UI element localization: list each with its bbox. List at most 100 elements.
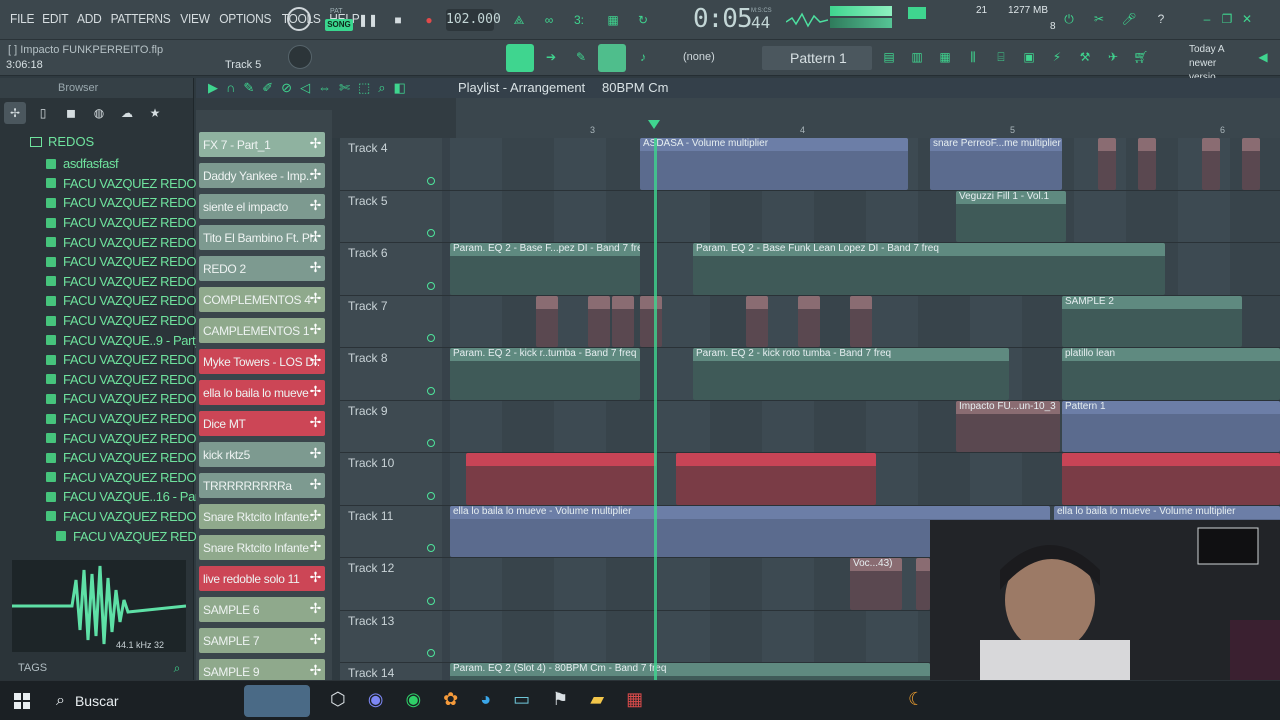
windows-start-icon[interactable] (14, 693, 30, 709)
browser-item[interactable]: FACU VAZQUEZ REDO 11 (46, 389, 212, 409)
channel-button[interactable]: FX 7 - Part_1 ✢ (199, 132, 325, 157)
weather-icon[interactable]: ☾ (908, 689, 924, 710)
playlist-clip[interactable]: Param. EQ 2 - Base Funk Lean Lopez DI - … (693, 243, 1165, 295)
playlist-clip[interactable] (588, 295, 610, 347)
channel-move-icon[interactable]: ✢ (310, 197, 322, 214)
browser-item[interactable]: FACU VAZQUEZ REDO 8 (46, 311, 207, 331)
channel-button[interactable]: Tito El Bambino Ft. Pl.. ✢ (199, 225, 325, 250)
playlist-clip[interactable]: Impacto FU...un-10_3 (956, 400, 1060, 452)
loop-record-icon[interactable]: ↻ (632, 9, 654, 31)
playlist-clip[interactable]: Pattern 1 (1062, 400, 1280, 452)
channel-move-icon[interactable]: ✢ (310, 538, 322, 555)
channel-button[interactable]: TRRRRRRRRRa ✢ (199, 473, 325, 498)
playhead-marker[interactable] (648, 120, 660, 129)
playlist-clip[interactable]: Param. EQ 2 - Base F...pez DI - Band 7 f… (450, 243, 640, 295)
playlist-clip[interactable]: Param. EQ 2 - kick r..tumba - Band 7 fre… (450, 348, 640, 400)
step-edit-icon[interactable]: ▦ (602, 9, 624, 31)
slip-icon[interactable]: ⇔ (318, 80, 331, 96)
browser-item[interactable]: FACU VAZQUEZ REDO 7 (46, 291, 207, 311)
channel-move-icon[interactable]: ✢ (310, 662, 322, 679)
playlist-clip[interactable]: Veguzzi Fill 1 - Vol.1 (956, 190, 1066, 242)
delete-icon[interactable]: ⊘ (281, 80, 292, 96)
browser-item[interactable]: FACU VAZQUE..9 - Part_1 (46, 330, 209, 350)
fl-studio-icon[interactable]: ✿ (443, 689, 458, 710)
menu-edit[interactable]: EDIT (40, 11, 72, 26)
time-display[interactable]: 0:05 (693, 4, 753, 34)
slice-icon[interactable]: ✄ (339, 80, 350, 96)
cart-icon[interactable]: 🛒︎ (1130, 46, 1152, 68)
edge-icon[interactable]: ◕ (480, 689, 491, 710)
channel-move-icon[interactable]: ✢ (310, 445, 322, 462)
taskbar-search[interactable]: ⌕ Buscar (46, 685, 232, 717)
channel-move-icon[interactable]: ✢ (310, 290, 322, 307)
playlist-clip[interactable] (536, 295, 558, 347)
playlist-clip[interactable] (850, 295, 872, 347)
speaker-icon[interactable]: ◀︎ (1252, 46, 1274, 68)
playlist-clip[interactable]: ASDASA - Volume multiplier (640, 138, 908, 190)
file-tab-icon[interactable]: ▯ (32, 102, 54, 124)
playback-icon[interactable]: ◧ (394, 80, 406, 96)
track-lane[interactable]: Param. EQ 2 - kick r..tumba - Band 7 fre… (450, 348, 1280, 400)
tempo-display[interactable]: 102.000 (446, 9, 501, 31)
timeline-ruler[interactable] (456, 98, 1280, 138)
magnet-icon[interactable]: ∩ (226, 80, 235, 96)
channel-button[interactable]: SAMPLE 7 ✢ (199, 628, 325, 653)
song-mode-button[interactable]: SONG (325, 19, 353, 31)
countdown-icon[interactable]: 3: (568, 9, 590, 31)
track-lane[interactable]: SAMPLE 2 (450, 295, 1280, 347)
browser-item[interactable]: FACU VAZQUEZ REDO 4 (46, 232, 207, 252)
spotify-icon[interactable]: ◉ (405, 689, 421, 710)
playlist-clip[interactable]: Param. EQ 2 - kick roto tumba - Band 7 f… (693, 348, 1009, 400)
browser-item[interactable]: FACU VAZQUE..16 - Part_1 (46, 487, 216, 507)
browser-item[interactable]: FACU VAZQUEZ REDO 16 (46, 507, 213, 527)
menu-options[interactable]: OPTIONS (217, 11, 274, 26)
track-lane[interactable]: ASDASA - Volume multiplier snare PerreoF.… (450, 138, 1280, 190)
mute-icon[interactable]: ◁ (300, 80, 310, 96)
track-mute-led[interactable] (427, 596, 435, 605)
channel-move-icon[interactable]: ✢ (310, 569, 322, 586)
browser-item[interactable]: FACU VAZQUEZ REDO 15 (46, 468, 213, 488)
playlist-clip[interactable] (1242, 138, 1260, 190)
menu-view[interactable]: VIEW (178, 11, 213, 26)
zoom-icon[interactable]: ⌕ (378, 80, 385, 96)
track-mute-led[interactable] (427, 334, 435, 342)
record-button[interactable]: ● (418, 9, 440, 31)
paint-icon[interactable]: ✐ (262, 80, 273, 96)
play-icon[interactable]: ▶ (208, 80, 218, 96)
channel-button[interactable]: kick rktz5 ✢ (199, 442, 325, 467)
browser-item[interactable]: FACU VAZQUEZ REDO 5 (46, 252, 207, 272)
playlist-clip[interactable] (640, 295, 662, 347)
playlist-clip[interactable] (612, 295, 634, 347)
playlist-clip[interactable] (746, 295, 768, 347)
channel-move-icon[interactable]: ✢ (310, 631, 322, 648)
wait-input-icon[interactable]: ∞ (538, 9, 560, 31)
channel-button[interactable]: CAMPLEMENTOS 1 ✢ (199, 318, 325, 343)
playlist-clip[interactable] (1098, 138, 1116, 190)
arrow-right-icon[interactable]: ➔ (540, 46, 562, 68)
globe-icon[interactable]: ◍ (88, 102, 110, 124)
channel-move-icon[interactable]: ✢ (310, 135, 322, 152)
master-volume-knob[interactable] (287, 7, 311, 31)
stop-button[interactable]: ■ (387, 9, 409, 31)
channel-move-icon[interactable]: ✢ (310, 476, 322, 493)
playlist-clip[interactable]: platillo lean (1062, 348, 1280, 400)
browser-item[interactable]: FACU VAZQUEZ REDO 9 (46, 350, 207, 370)
channel-move-icon[interactable]: ✢ (310, 383, 322, 400)
channel-button[interactable]: SAMPLE 6 ✢ (199, 597, 325, 622)
menu-patterns[interactable]: PATTERNS (108, 11, 173, 26)
browser-item[interactable]: FACU VAZQUEZ REDO 1 (46, 174, 207, 194)
track-mute-led[interactable] (427, 649, 435, 657)
channel-rack-icon[interactable]: ▦ (934, 46, 956, 68)
channel-button[interactable]: REDO 2 ✢ (199, 256, 325, 281)
pencil-icon[interactable]: ✎ (570, 46, 592, 68)
discord-icon[interactable]: ◉ (368, 689, 384, 710)
all-tab-icon[interactable]: ✢ (4, 102, 26, 124)
track-lane[interactable] (450, 453, 1280, 505)
browser-item[interactable]: FACU VAZQUEZ REDO 13 (46, 428, 213, 448)
browser-item[interactable]: FACU VAZQUEZ REDO 12 (46, 409, 213, 429)
channel-button[interactable]: Snare Rktcito Infante ✢ (199, 535, 325, 560)
pattern-selector[interactable]: Pattern 1 (762, 46, 872, 70)
playlist-clip[interactable]: snare PerreoF...me multiplier (930, 138, 1062, 190)
channel-button[interactable]: Snare Rktcito Infante.. ✢ (199, 504, 325, 529)
tools-icon[interactable]: ⚒︎ (1074, 46, 1096, 68)
